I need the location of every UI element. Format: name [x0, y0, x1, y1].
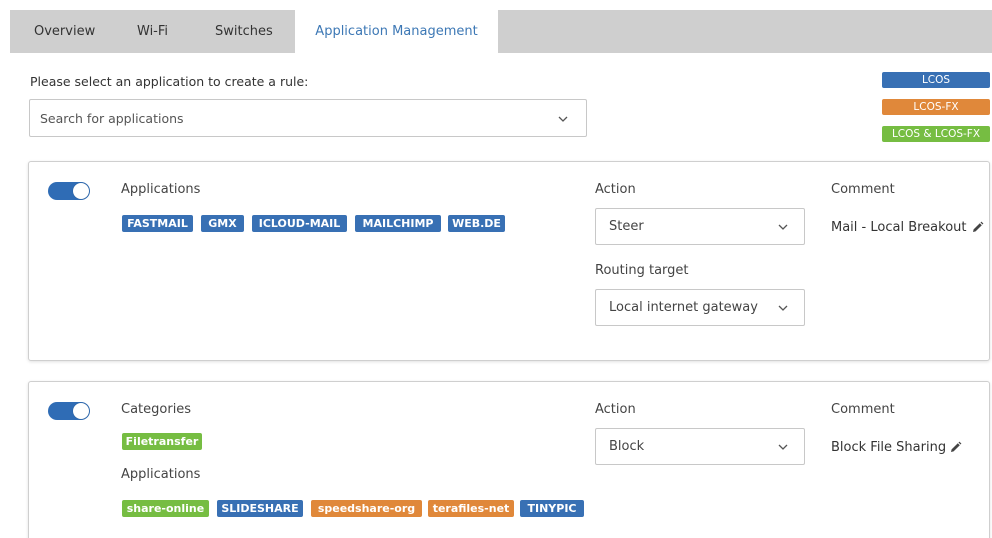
action-value: Block: [609, 439, 645, 454]
application-search-dropdown[interactable]: [29, 99, 587, 137]
routing-target-label: Routing target: [595, 263, 689, 278]
legend-lcos: LCOS: [882, 72, 990, 88]
legend-lcos-and-lcos-fx: LCOS & LCOS-FX: [882, 126, 990, 142]
select-application-prompt: Please select an application to create a…: [30, 74, 309, 89]
action-select[interactable]: Steer: [595, 208, 805, 245]
chevron-down-icon: [777, 222, 789, 232]
comment-label: Comment: [831, 182, 895, 197]
app-tag: SLIDESHARE: [217, 500, 303, 517]
comment-text: Block File Sharing: [831, 440, 947, 455]
chevron-down-icon: [777, 303, 789, 313]
tab-switches[interactable]: Switches: [215, 10, 273, 53]
rule-enabled-toggle[interactable]: [48, 182, 90, 200]
application-search-input[interactable]: [40, 109, 540, 127]
routing-target-select[interactable]: Local internet gateway: [595, 289, 805, 326]
categories-label: Categories: [121, 402, 192, 417]
rule-card: Applications FASTMAIL GMX ICLOUD-MAIL MA…: [28, 161, 990, 361]
app-tag: speedshare-org: [311, 500, 422, 517]
comment-text: Mail - Local Breakout: [831, 220, 967, 235]
pencil-icon[interactable]: [971, 221, 984, 234]
app-tag: ICLOUD-MAIL: [252, 215, 347, 232]
action-label: Action: [595, 182, 636, 197]
app-tag: MAILCHIMP: [355, 215, 441, 232]
toggle-knob: [73, 183, 89, 199]
applications-label: Applications: [121, 182, 201, 197]
app-tag: terafiles-net: [428, 500, 514, 517]
action-value: Steer: [609, 219, 644, 234]
routing-target-value: Local internet gateway: [609, 300, 758, 315]
legend-lcos-fx: LCOS-FX: [882, 99, 990, 115]
chevron-down-icon: [777, 442, 789, 452]
tab-bar: Overview Wi-Fi Switches Application Mana…: [10, 10, 992, 53]
app-tag: FASTMAIL: [122, 215, 193, 232]
action-label: Action: [595, 402, 636, 417]
action-select[interactable]: Block: [595, 428, 805, 465]
rule-enabled-toggle[interactable]: [48, 402, 90, 420]
app-tag: share-online: [122, 500, 209, 517]
app-tag: TINYPIC: [520, 500, 584, 517]
applications-label: Applications: [121, 467, 201, 482]
comment-label: Comment: [831, 402, 895, 417]
category-tag: Filetransfer: [122, 433, 202, 450]
rule-card: Categories Filetransfer Applications sha…: [28, 381, 990, 538]
tab-application-management[interactable]: Application Management: [295, 10, 498, 53]
app-tag: GMX: [201, 215, 244, 232]
toggle-knob: [73, 403, 89, 419]
chevron-down-icon[interactable]: [557, 114, 569, 124]
app-tag: WEB.DE: [448, 215, 505, 232]
tab-overview[interactable]: Overview: [34, 10, 95, 53]
tab-wifi[interactable]: Wi-Fi: [137, 10, 168, 53]
pencil-icon[interactable]: [949, 441, 962, 454]
